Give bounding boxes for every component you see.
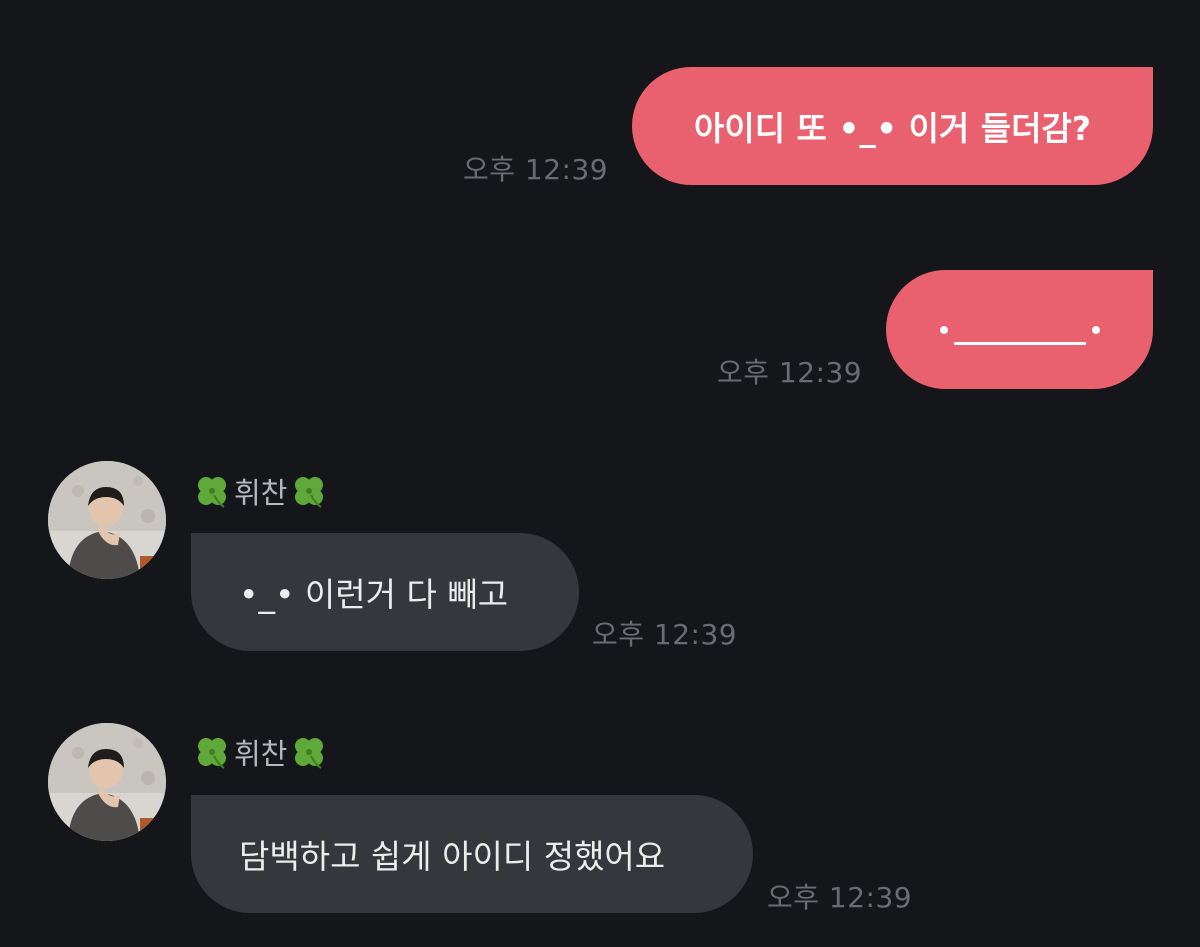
message-text: •_• 이런거 다 빼고 xyxy=(239,575,509,614)
face-dot-left xyxy=(939,325,948,334)
sender-name-text: 휘찬 xyxy=(234,476,288,510)
message-text: 아이디 또 •_• 이거 들더감? xyxy=(693,109,1092,148)
message-text: 담백하고 쉽게 아이디 정했어요 xyxy=(239,837,666,876)
four-leaf-clover-icon xyxy=(198,477,226,508)
outgoing-message-bubble[interactable]: 아이디 또 •_• 이거 들더감? xyxy=(632,67,1153,185)
message-timestamp: 오후 12:39 xyxy=(717,356,863,389)
sender-name: 휘찬 xyxy=(194,731,327,773)
outgoing-message-bubble[interactable] xyxy=(886,270,1153,389)
face-line xyxy=(953,342,1086,345)
sender-name-text: 휘찬 xyxy=(234,737,288,771)
incoming-message-bubble[interactable]: 담백하고 쉽게 아이디 정했어요 xyxy=(191,795,753,913)
incoming-message-bubble[interactable]: •_• 이런거 다 빼고 xyxy=(191,533,579,651)
avatar[interactable] xyxy=(48,461,166,579)
four-leaf-clover-icon xyxy=(198,738,226,769)
face-dot-right xyxy=(1091,325,1100,334)
sender-name: 휘찬 xyxy=(194,470,327,512)
message-timestamp: 오후 12:39 xyxy=(767,881,913,914)
message-timestamp: 오후 12:39 xyxy=(592,618,738,651)
four-leaf-clover-icon xyxy=(295,738,324,769)
message-timestamp: 오후 12:39 xyxy=(463,153,609,186)
message-text xyxy=(939,325,1100,345)
profile-photo-icon xyxy=(48,461,166,579)
profile-photo-icon xyxy=(48,723,166,841)
avatar[interactable] xyxy=(48,723,166,841)
four-leaf-clover-icon xyxy=(295,477,324,508)
